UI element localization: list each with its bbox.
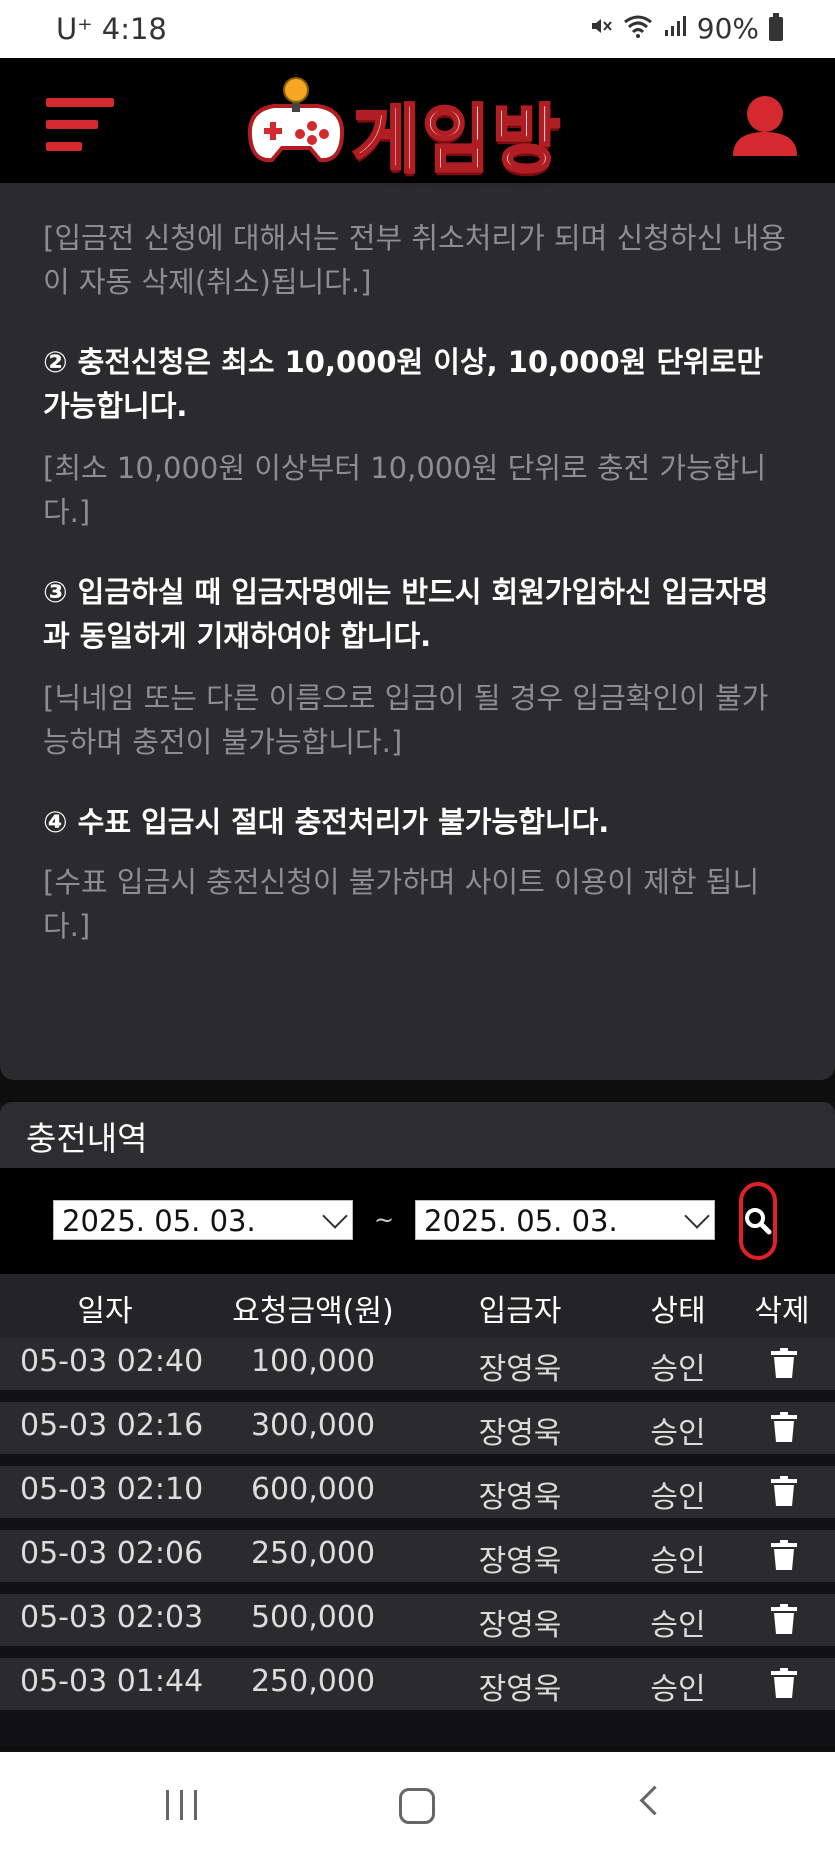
- row-date: 05-03 02:06: [20, 1536, 204, 1571]
- trash-icon[interactable]: [771, 1476, 797, 1506]
- mute-icon: [589, 12, 613, 45]
- trash-icon[interactable]: [771, 1668, 797, 1698]
- trash-icon[interactable]: [771, 1348, 797, 1378]
- chevron-down-icon: [684, 1203, 710, 1229]
- table-row: 05-03 02:16 300,000 장영욱 승인: [0, 1402, 835, 1454]
- search-icon: [745, 1208, 772, 1235]
- col-status: 상태: [650, 1294, 706, 1329]
- row-amount: 250,000: [250, 1536, 376, 1571]
- logo[interactable]: 게임방: [240, 76, 600, 185]
- menu-icon[interactable]: [46, 98, 114, 156]
- col-delete: 삭제: [754, 1294, 810, 1329]
- trash-icon[interactable]: [771, 1604, 797, 1634]
- app-header: 게임방: [0, 58, 835, 188]
- table-header: 일자 요청금액(원) 입금자 상태 삭제: [0, 1274, 835, 1338]
- row-amount: 100,000: [250, 1344, 376, 1379]
- table-row: 05-03 02:10 600,000 장영욱 승인: [0, 1466, 835, 1518]
- row-amount: 600,000: [250, 1472, 376, 1507]
- status-time: U⁺ 4:18: [56, 12, 167, 46]
- recent-apps-icon[interactable]: [166, 1790, 200, 1820]
- table-row: 05-03 02:40 100,000 장영욱 승인: [0, 1338, 835, 1390]
- date-to-value: 2025. 05. 03.: [424, 1204, 618, 1238]
- row-status: 승인: [650, 1416, 706, 1451]
- row-amount: 300,000: [250, 1408, 376, 1443]
- row-amount: 250,000: [250, 1664, 376, 1699]
- row-status: 승인: [650, 1608, 706, 1643]
- row-depositor: 장영욱: [478, 1416, 562, 1451]
- row-date: 05-03 02:40: [20, 1344, 204, 1379]
- notice-sub-2: [최소 10,000원 이상부터 10,000원 단위로 충전 가능합니다.]: [43, 451, 767, 529]
- home-icon[interactable]: [399, 1788, 435, 1824]
- battery-icon: [769, 12, 783, 41]
- col-date: 일자: [77, 1294, 133, 1329]
- search-button[interactable]: [739, 1182, 777, 1260]
- row-depositor: 장영욱: [478, 1672, 562, 1707]
- notice-sub-3: [닉네임 또는 다른 이름으로 입금이 될 경우 입금확인이 불가능하며 충전이…: [43, 681, 769, 759]
- section-header: 충전내역: [0, 1102, 835, 1168]
- row-depositor: 장영욱: [478, 1608, 562, 1643]
- status-icons: 90%: [589, 12, 783, 45]
- col-amount: 요청금액(원): [232, 1294, 394, 1329]
- signal-icon: [663, 12, 687, 45]
- col-depositor: 입금자: [478, 1294, 562, 1329]
- logo-text: 게임방: [350, 96, 563, 185]
- notice-sub-1: [입금전 신청에 대해서는 전부 취소처리가 되며 신청하신 내용이 자동 삭제…: [43, 221, 786, 299]
- row-status: 승인: [650, 1672, 706, 1707]
- row-amount: 500,000: [250, 1600, 376, 1635]
- row-status: 승인: [650, 1480, 706, 1515]
- trash-icon[interactable]: [771, 1412, 797, 1442]
- date-to-select[interactable]: 2025. 05. 03.: [415, 1200, 715, 1240]
- wifi-icon: [623, 12, 653, 45]
- gamepad-logo-icon: [247, 77, 345, 163]
- date-from-value: 2025. 05. 03.: [62, 1204, 256, 1238]
- notice-rule-3: ③ 입금하실 때 입금자명에는 반드시 회원가입하신 입금자명과 동일하게 기재…: [43, 575, 769, 653]
- date-filter-bar: 2025. 05. 03. ~ 2025. 05. 03.: [0, 1168, 835, 1274]
- battery-percent: 90%: [696, 12, 759, 45]
- row-status: 승인: [650, 1544, 706, 1579]
- date-from-select[interactable]: 2025. 05. 03.: [53, 1200, 353, 1240]
- back-icon[interactable]: [639, 1785, 670, 1816]
- table-row: 05-03 01:44 250,000 장영욱 승인: [0, 1658, 835, 1710]
- row-date: 05-03 01:44: [20, 1664, 204, 1699]
- row-date: 05-03 02:03: [20, 1600, 204, 1635]
- system-nav-bar: [0, 1752, 835, 1856]
- date-separator: ~: [374, 1206, 395, 1234]
- notice-rule-4: ④ 수표 입금시 절대 충전처리가 불가능합니다.: [43, 805, 610, 839]
- notice-panel: [입금전 신청에 대해서는 전부 취소처리가 되며 신청하신 내용이 자동 삭제…: [0, 188, 835, 1080]
- user-icon[interactable]: [731, 94, 799, 158]
- charge-history-section: 충전내역 2025. 05. 03. ~ 2025. 05. 03. 일자 요청…: [0, 1102, 835, 1746]
- row-depositor: 장영욱: [478, 1352, 562, 1387]
- section-title: 충전내역: [26, 1119, 148, 1158]
- chevron-down-icon: [322, 1203, 348, 1229]
- status-bar: U⁺ 4:18 90%: [0, 0, 835, 58]
- table-row: 05-03 02:06 250,000 장영욱 승인: [0, 1530, 835, 1582]
- row-date: 05-03 02:16: [20, 1408, 204, 1443]
- trash-icon[interactable]: [771, 1540, 797, 1570]
- notice-sub-4: [수표 입금시 충전신청이 불가하며 사이트 이용이 제한 됩니다.]: [43, 865, 760, 943]
- notice-rule-2: ② 충전신청은 최소 10,000원 이상, 10,000원 단위로만 가능합니…: [43, 345, 764, 423]
- row-date: 05-03 02:10: [20, 1472, 204, 1507]
- row-depositor: 장영욱: [478, 1480, 562, 1515]
- row-status: 승인: [650, 1352, 706, 1387]
- table-row: 05-03 02:03 500,000 장영욱 승인: [0, 1594, 835, 1646]
- row-depositor: 장영욱: [478, 1544, 562, 1579]
